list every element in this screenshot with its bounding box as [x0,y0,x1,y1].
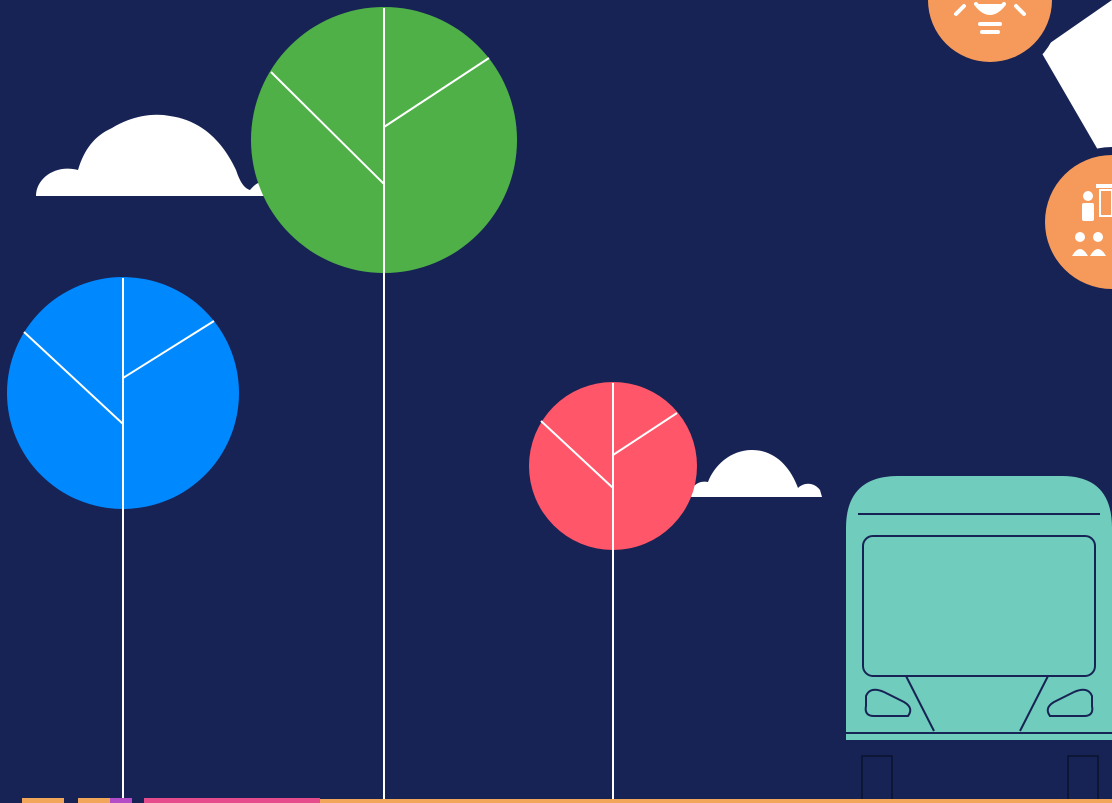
bus-body [846,476,1112,740]
bus-wheel-right [1067,755,1099,803]
bus-wheel-left [861,755,893,803]
illustration-scene [0,0,1112,803]
